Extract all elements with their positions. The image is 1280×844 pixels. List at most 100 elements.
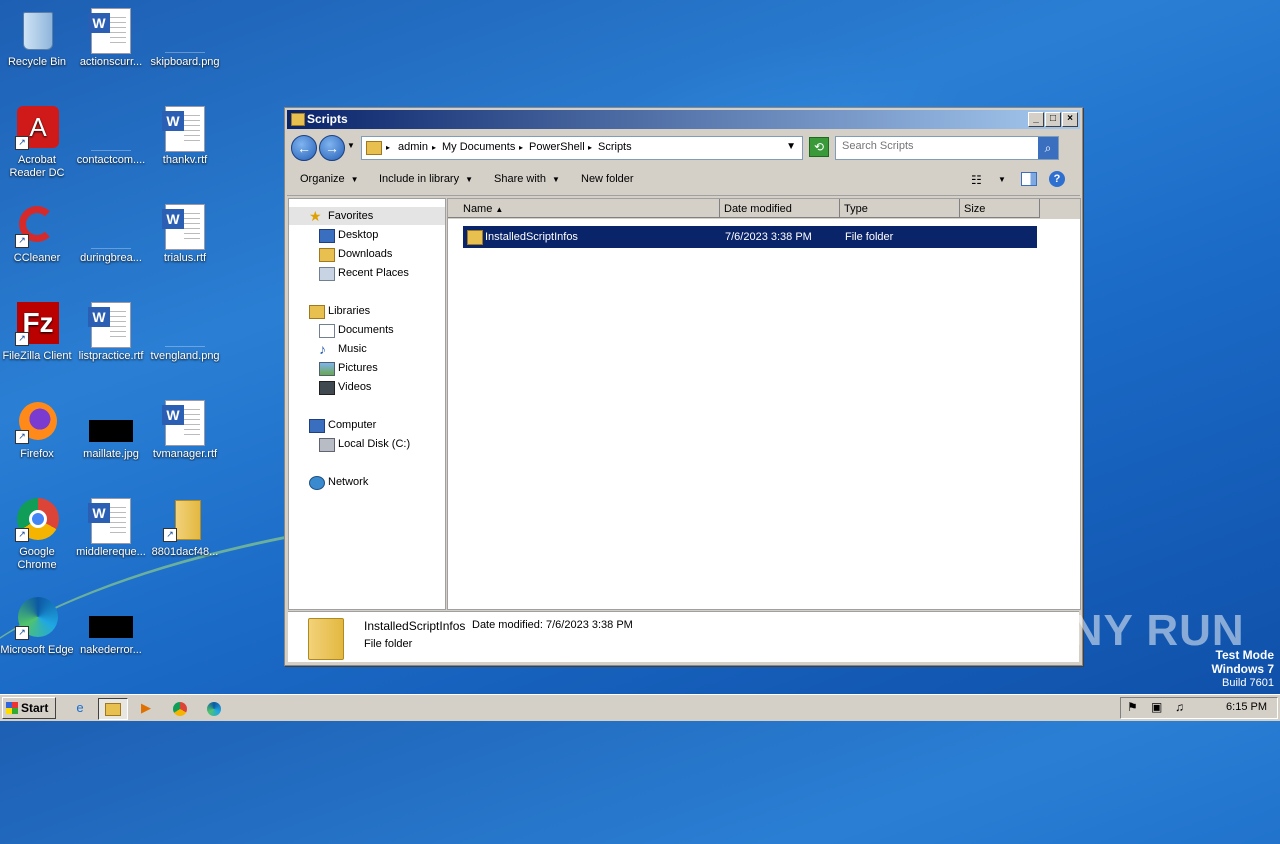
- nav-recent-places[interactable]: Recent Places: [289, 264, 445, 282]
- details-date-label: Date modified:: [472, 619, 543, 631]
- desktop-icon-folder-shortcut[interactable]: ↗ 8801dacf48...: [148, 498, 222, 559]
- nav-computer[interactable]: Computer: [289, 416, 445, 434]
- table-row[interactable]: InstalledScriptInfos 7/6/2023 3:38 PM Fi…: [463, 226, 1037, 248]
- nav-music-label: Music: [338, 343, 367, 355]
- nav-libraries[interactable]: Libraries: [289, 302, 445, 320]
- desktop-icon-acrobat[interactable]: A ↗ Acrobat Reader DC: [0, 106, 74, 180]
- desktop-icon-ccleaner[interactable]: ↗ CCleaner: [0, 204, 74, 265]
- view-options-icon[interactable]: ☷: [971, 173, 982, 187]
- organize-label: Organize: [300, 173, 345, 185]
- desktop-icon-maillate[interactable]: maillate.jpg: [74, 400, 148, 461]
- details-name: InstalledScriptInfos: [364, 619, 466, 633]
- desktop-icon-listpractice[interactable]: W listpractice.rtf: [74, 302, 148, 363]
- word-doc-icon: W: [162, 106, 207, 152]
- breadcrumb-admin[interactable]: admin: [398, 141, 428, 153]
- column-header-size[interactable]: Size: [960, 199, 1040, 218]
- help-icon[interactable]: ?: [1049, 171, 1065, 187]
- internet-explorer-icon[interactable]: e: [66, 698, 94, 718]
- desktop-icon-filezilla[interactable]: Fz ↗ FileZilla Client: [0, 302, 74, 363]
- chevron-right-icon[interactable]: ▸: [432, 143, 436, 152]
- test-mode-notice: Test Mode Windows 7 Build 7601: [1211, 648, 1274, 690]
- breadcrumb-scripts[interactable]: Scripts: [598, 141, 632, 153]
- navigation-pane: ★ Favorites Desktop Downloads Recent Pla…: [288, 198, 446, 610]
- back-button[interactable]: ←: [291, 135, 317, 161]
- share-with-button[interactable]: Share with ▼: [494, 173, 560, 185]
- edge-taskbar-icon[interactable]: [200, 698, 228, 718]
- title-bar[interactable]: Scripts _ □ ×: [287, 110, 1080, 129]
- desktop-icon-recycle-bin[interactable]: Recycle Bin: [0, 8, 74, 69]
- nav-documents[interactable]: Documents: [289, 321, 445, 339]
- organize-button[interactable]: Organize ▼: [300, 173, 359, 185]
- column-header-date-modified[interactable]: Date modified: [720, 199, 840, 218]
- nav-favorites[interactable]: ★ Favorites: [289, 207, 445, 225]
- media-player-icon[interactable]: ▶: [132, 698, 160, 718]
- folder-icon: ↗: [163, 498, 207, 542]
- firefox-icon: ↗: [15, 400, 59, 444]
- nav-pictures[interactable]: Pictures: [289, 359, 445, 377]
- file-list[interactable]: Name ▲ Date modified Type Size Installed…: [447, 198, 1081, 610]
- nav-desktop-label: Desktop: [338, 229, 379, 241]
- clock[interactable]: 6:15 PM: [1226, 701, 1267, 713]
- action-center-flag-icon[interactable]: ⚑: [1127, 700, 1138, 714]
- view-dropdown-icon[interactable]: ▼: [998, 175, 1006, 184]
- network-tray-icon[interactable]: ▣: [1151, 700, 1162, 714]
- breadcrumb-my-documents[interactable]: My Documents: [442, 141, 515, 153]
- desktop-icon-chrome[interactable]: ↗ Google Chrome: [0, 498, 74, 572]
- search-icon[interactable]: ⌕: [1038, 137, 1058, 159]
- pictures-icon: [319, 362, 335, 376]
- nav-videos[interactable]: Videos: [289, 378, 445, 396]
- nav-desktop[interactable]: Desktop: [289, 226, 445, 244]
- nav-network[interactable]: Network: [289, 473, 445, 491]
- breadcrumb-powershell[interactable]: PowerShell: [529, 141, 585, 153]
- column-header-name[interactable]: Name ▲: [448, 199, 720, 218]
- explorer-taskbar-button[interactable]: [98, 698, 128, 720]
- forward-button[interactable]: →: [319, 135, 345, 161]
- toolbar-separator: [287, 195, 1080, 196]
- desktop-icon-actionscurr[interactable]: W actionscurr...: [74, 8, 148, 69]
- desktop-icon-firefox[interactable]: ↗ Firefox: [0, 400, 74, 461]
- address-bar[interactable]: ▸ admin ▸ My Documents ▸ PowerShell ▸ Sc…: [361, 136, 803, 160]
- desktop-icon-tvengland[interactable]: tvengland.png: [148, 302, 222, 363]
- chevron-right-icon[interactable]: ▸: [588, 143, 592, 152]
- nav-local-disk[interactable]: Local Disk (C:): [289, 435, 445, 453]
- desktop-icon-nakederror[interactable]: nakederror...: [74, 596, 148, 657]
- search-input[interactable]: [842, 140, 1032, 152]
- nav-local-disk-label: Local Disk (C:): [338, 438, 411, 450]
- desktop-icon-thankv[interactable]: W thankv.rtf: [148, 106, 222, 167]
- volume-icon[interactable]: ♫: [1175, 700, 1184, 714]
- maximize-button[interactable]: □: [1045, 112, 1061, 127]
- chevron-right-icon[interactable]: ▸: [519, 143, 523, 152]
- close-button[interactable]: ×: [1062, 112, 1078, 127]
- recycle-bin-icon: [15, 8, 59, 52]
- column-header-type[interactable]: Type: [840, 199, 960, 218]
- desktop-icon-trialus[interactable]: W trialus.rtf: [148, 204, 222, 265]
- chevron-right-icon[interactable]: ▸: [386, 143, 390, 152]
- new-folder-button[interactable]: New folder: [581, 173, 634, 185]
- word-doc-icon: W: [162, 204, 207, 250]
- minimize-button[interactable]: _: [1028, 112, 1044, 127]
- search-box[interactable]: ⌕: [835, 136, 1059, 160]
- refresh-icon[interactable]: ⟲: [809, 137, 829, 157]
- recent-pages-chevron-icon[interactable]: ▼: [347, 141, 355, 150]
- include-in-library-button[interactable]: Include in library ▼: [379, 173, 473, 185]
- desktop-icon-skipboard[interactable]: skipboard.png: [148, 8, 222, 69]
- address-dropdown-icon[interactable]: ▼: [786, 141, 796, 152]
- chevron-down-icon: ▼: [465, 175, 474, 184]
- desktop-icon-contactcom[interactable]: contactcom....: [74, 106, 148, 167]
- chrome-taskbar-icon[interactable]: [166, 698, 194, 718]
- libraries-icon: [309, 305, 325, 319]
- nav-music[interactable]: ♪ Music: [289, 340, 445, 358]
- preview-pane-icon[interactable]: [1021, 172, 1037, 186]
- test-mode-line-2: Windows 7: [1211, 662, 1274, 676]
- folder-icon: [308, 618, 344, 660]
- desktop-icon-middlereque[interactable]: W middlereque...: [74, 498, 148, 559]
- desktop-icon-tvmanager[interactable]: W tvmanager.rtf: [148, 400, 222, 461]
- desktop-icon-duringbrea[interactable]: duringbrea...: [74, 204, 148, 265]
- start-button[interactable]: Start: [2, 697, 56, 719]
- nav-pictures-label: Pictures: [338, 362, 378, 374]
- nav-downloads[interactable]: Downloads: [289, 245, 445, 263]
- nav-downloads-label: Downloads: [338, 248, 393, 260]
- explorer-window[interactable]: Scripts _ □ × ← → ▼ ▸ admin ▸ My Documen…: [284, 107, 1083, 666]
- nav-documents-label: Documents: [338, 324, 394, 336]
- desktop-icon-edge[interactable]: ↗ Microsoft Edge: [0, 596, 74, 657]
